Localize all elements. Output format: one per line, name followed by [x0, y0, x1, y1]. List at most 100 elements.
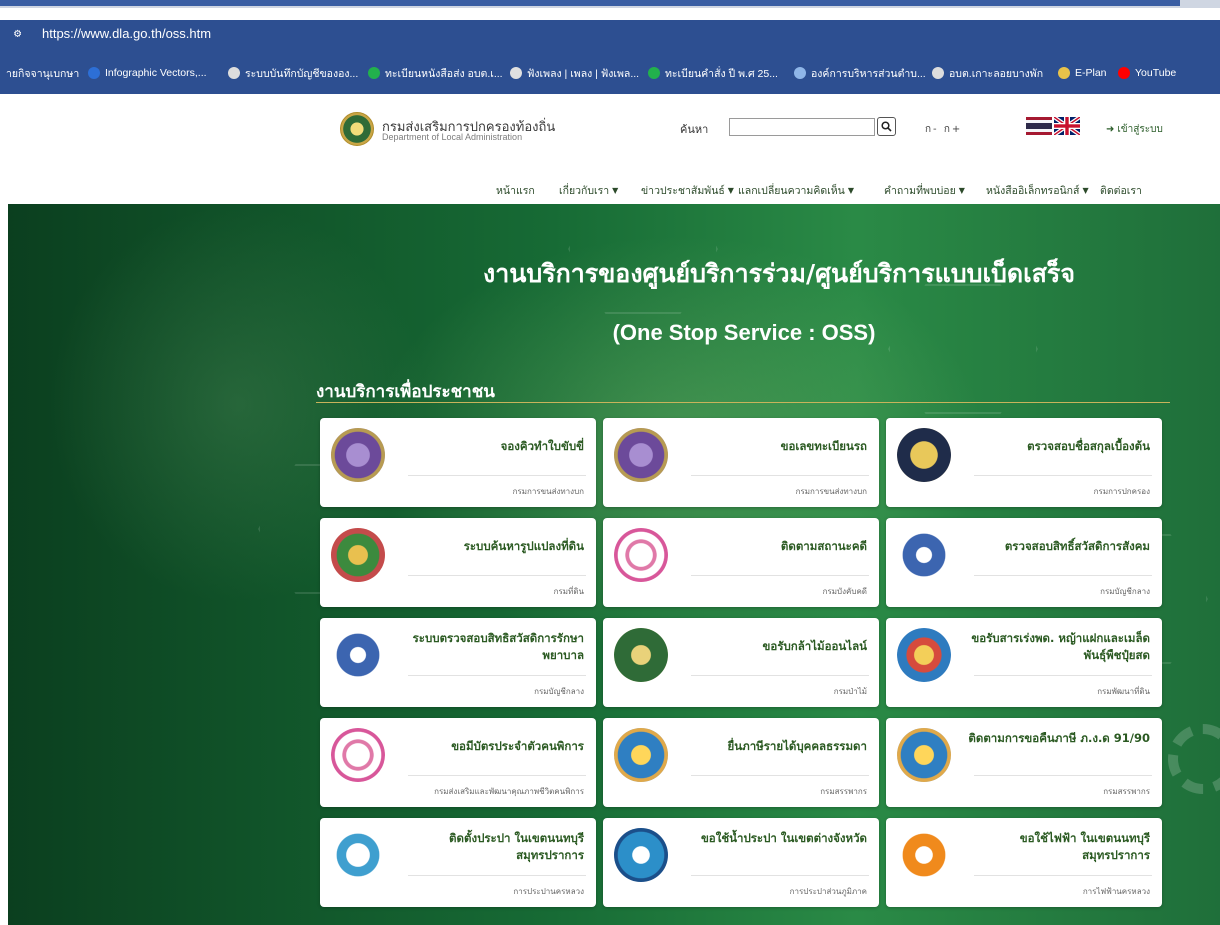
- service-title[interactable]: ตรวจสอบชื่อสกุลเบื้องต้น: [960, 438, 1150, 455]
- bookmark-label: อบต.เกาะลอยบางพัก: [949, 67, 1044, 80]
- agency-seal-icon: [897, 528, 951, 582]
- bookmark-item[interactable]: E-Plan: [1058, 64, 1107, 82]
- login-icon: ➜: [1106, 124, 1115, 135]
- service-card[interactable]: ขอมีบัตรประจำตัวคนพิการกรมส่งเสริมและพัฒ…: [320, 718, 596, 807]
- service-card[interactable]: ตรวจสอบชื่อสกุลเบื้องต้น กรมการปกครอง: [886, 418, 1162, 507]
- bookmark-label: ทะเบียนคำสั่ง ปี พ.ศ 25...: [665, 67, 778, 80]
- nav-item[interactable]: หนังสืออิเล็กทรอนิกส์ ▼: [986, 182, 1089, 198]
- service-title[interactable]: ติดตั้งประปา ในเขตนนทบุรี สมุทรปราการ: [394, 830, 584, 865]
- bookmark-item[interactable]: ทะเบียนคำสั่ง ปี พ.ศ 25...: [648, 64, 778, 82]
- service-title[interactable]: ขอใช้น้ำประปา ในเขตต่างจังหวัด: [677, 830, 867, 847]
- uk-flag-icon[interactable]: [1054, 117, 1080, 135]
- service-title[interactable]: ระบบตรวจสอบสิทธิสวัสดิการรักษาพยาบาล: [394, 630, 584, 665]
- site-header: กรมส่งเสริมการปกครองท้องถิ่น Department …: [0, 94, 1220, 204]
- card-divider: [408, 575, 586, 576]
- service-card[interactable]: ขอใช้ไฟฟ้า ในเขตนนทบุรี สมุทรปราการ การไฟ…: [886, 818, 1162, 907]
- youtube-icon: [1118, 67, 1130, 79]
- nav-item[interactable]: แลกเปลี่ยนความคิดเห็น ▼: [738, 182, 854, 198]
- service-card[interactable]: ขอรับกล้าไม้ออนไลน์กรมป่าไม้: [603, 618, 879, 707]
- card-divider: [974, 875, 1152, 876]
- service-title[interactable]: ตรวจสอบสิทธิ์สวัสดิการสังคม: [960, 538, 1150, 555]
- agency-name: กรมการขนส่งทางบก: [512, 487, 584, 496]
- font-size-control[interactable]: ก- ก+: [925, 122, 962, 137]
- service-card[interactable]: ติดตามการขอคืนภาษี ภ.ง.ด 91/90 กรมสรรพากร: [886, 718, 1162, 807]
- agency-seal-icon: [331, 428, 385, 482]
- agency-name: กรมพัฒนาที่ดิน: [1097, 687, 1150, 696]
- service-title[interactable]: ขอรับกล้าไม้ออนไลน์: [677, 638, 867, 655]
- service-title[interactable]: ขอเลขทะเบียนรถ: [677, 438, 867, 455]
- agency-seal-icon: [331, 728, 385, 782]
- agency-name: กรมส่งเสริมและพัฒนาคุณภาพชีวิตคนพิการ: [434, 787, 584, 796]
- service-title[interactable]: จองคิวทำใบขับขี่: [394, 438, 584, 455]
- dla-logo-icon[interactable]: [340, 112, 374, 146]
- chevron-down-icon: ▼: [847, 185, 855, 195]
- bookmark-item[interactable]: ทะเบียนหนังสือส่ง อบต.เ...: [368, 64, 503, 82]
- bookmark-label: องค์การบริหารส่วนตำบ...: [811, 67, 926, 80]
- service-card[interactable]: ขอเลขทะเบียนรถ กรมการขนส่งทางบก: [603, 418, 879, 507]
- service-card[interactable]: ขอใช้น้ำประปา ในเขตต่างจังหวัด การประปาส่…: [603, 818, 879, 907]
- card-divider: [408, 675, 586, 676]
- login-link[interactable]: ➜ เข้าสู่ระบบ: [1106, 122, 1163, 137]
- agency-seal-icon: [897, 728, 951, 782]
- thai-flag-icon[interactable]: [1026, 117, 1052, 135]
- site-info-icon[interactable]: ⚙: [14, 26, 34, 44]
- logo-title-en[interactable]: Department of Local Administration: [382, 132, 522, 142]
- service-card[interactable]: ยื่นภาษีรายได้บุคคลธรรมดา กรมสรรพากร: [603, 718, 879, 807]
- nav-item[interactable]: หน้าแรก: [496, 182, 535, 198]
- bookmark-label: Infographic Vectors,...: [105, 67, 207, 79]
- card-divider: [974, 675, 1152, 676]
- nav-item[interactable]: ติดต่อเรา: [1100, 182, 1142, 198]
- search-button[interactable]: [877, 117, 896, 136]
- page-subtitle: (One Stop Service : OSS): [612, 320, 876, 345]
- site-icon: [794, 67, 806, 79]
- nav-item[interactable]: เกี่ยวกับเรา ▼: [559, 182, 618, 198]
- service-card[interactable]: จองคิวทำใบขับขี่กรมการขนส่งทางบก: [320, 418, 596, 507]
- agency-seal-icon: [897, 828, 951, 882]
- service-title[interactable]: ขอรับสารเร่งพด. หญ้าแฝกและเมล็ดพันธุ์พืช…: [960, 630, 1150, 665]
- bookmarks-bar: ายกิจจานุเบกษา Infographic Vectors,... ระบ…: [0, 50, 1220, 94]
- music-icon: [510, 67, 522, 79]
- service-title[interactable]: ระบบค้นหารูปแปลงที่ดิน: [394, 538, 584, 555]
- nav-item[interactable]: คำถามที่พบบ่อย ▼: [884, 182, 965, 198]
- service-title[interactable]: ยื่นภาษีรายได้บุคคลธรรมดา: [677, 738, 867, 755]
- service-card[interactable]: ขอรับสารเร่งพด. หญ้าแฝกและเมล็ดพันธุ์พืช…: [886, 618, 1162, 707]
- globe-icon: [228, 67, 240, 79]
- browser-top-strip: [0, 0, 1220, 8]
- bookmark-item[interactable]: ฟังเพลง | เพลง | ฟังเพล...: [510, 64, 639, 82]
- bookmark-label: YouTube: [1135, 67, 1177, 79]
- card-divider: [691, 575, 869, 576]
- bookmark-label: ระบบบันทึกบัญชีขององ...: [245, 67, 359, 80]
- nav-item-label: คำถามที่พบบ่อย: [884, 184, 956, 197]
- service-title[interactable]: ขอมีบัตรประจำตัวคนพิการ: [394, 738, 584, 755]
- card-divider: [408, 775, 586, 776]
- agency-name: กรมป่าไม้: [833, 687, 867, 696]
- service-card[interactable]: ระบบค้นหารูปแปลงที่ดิน กรมที่ดิน: [320, 518, 596, 607]
- card-divider: [691, 475, 869, 476]
- cross-icon: [368, 67, 380, 79]
- bookmark-item[interactable]: Infographic Vectors,...: [88, 64, 207, 82]
- search-input[interactable]: [729, 118, 875, 136]
- service-title[interactable]: ติดตามการขอคืนภาษี ภ.ง.ด 91/90: [960, 730, 1150, 747]
- service-card[interactable]: ติดตามสถานะคดี กรมบังคับคดี: [603, 518, 879, 607]
- service-title[interactable]: ขอใช้ไฟฟ้า ในเขตนนทบุรี สมุทรปราการ: [960, 830, 1150, 865]
- page-title: งานบริการของศูนย์บริการร่วม/ศูนย์บริการแ…: [482, 259, 1076, 288]
- agency-seal-icon: [897, 628, 951, 682]
- cross-icon: [648, 67, 660, 79]
- bookmark-item[interactable]: YouTube: [1118, 64, 1176, 82]
- bookmark-item[interactable]: องค์การบริหารส่วนตำบ...: [794, 64, 926, 82]
- bookmark-item[interactable]: ระบบบันทึกบัญชีขององ...: [228, 64, 358, 82]
- service-card[interactable]: ระบบตรวจสอบสิทธิสวัสดิการรักษาพยาบาล กรมบ…: [320, 618, 596, 707]
- nav-item-label: ข่าวประชาสัมพันธ์: [641, 184, 725, 197]
- hero-banner: งานบริการของศูนย์บริการร่วม/ศูนย์บริการแ…: [8, 204, 1220, 925]
- globe-icon: [932, 67, 944, 79]
- nav-item[interactable]: ข่าวประชาสัมพันธ์ ▼: [641, 182, 734, 198]
- address-bar[interactable]: ⚙ https://www.dla.go.th/oss.htm: [0, 20, 1220, 50]
- agency-seal-icon: [614, 828, 668, 882]
- url-text[interactable]: https://www.dla.go.th/oss.htm: [42, 26, 211, 41]
- service-card[interactable]: ติดตั้งประปา ในเขตนนทบุรี สมุทรปราการ การ…: [320, 818, 596, 907]
- bookmark-item[interactable]: ายกิจจานุเบกษา: [6, 64, 79, 82]
- card-divider: [974, 775, 1152, 776]
- service-title[interactable]: ติดตามสถานะคดี: [677, 538, 867, 555]
- service-card[interactable]: ตรวจสอบสิทธิ์สวัสดิการสังคม กรมบัญชีกลาง: [886, 518, 1162, 607]
- bookmark-item[interactable]: อบต.เกาะลอยบางพัก: [932, 64, 1043, 82]
